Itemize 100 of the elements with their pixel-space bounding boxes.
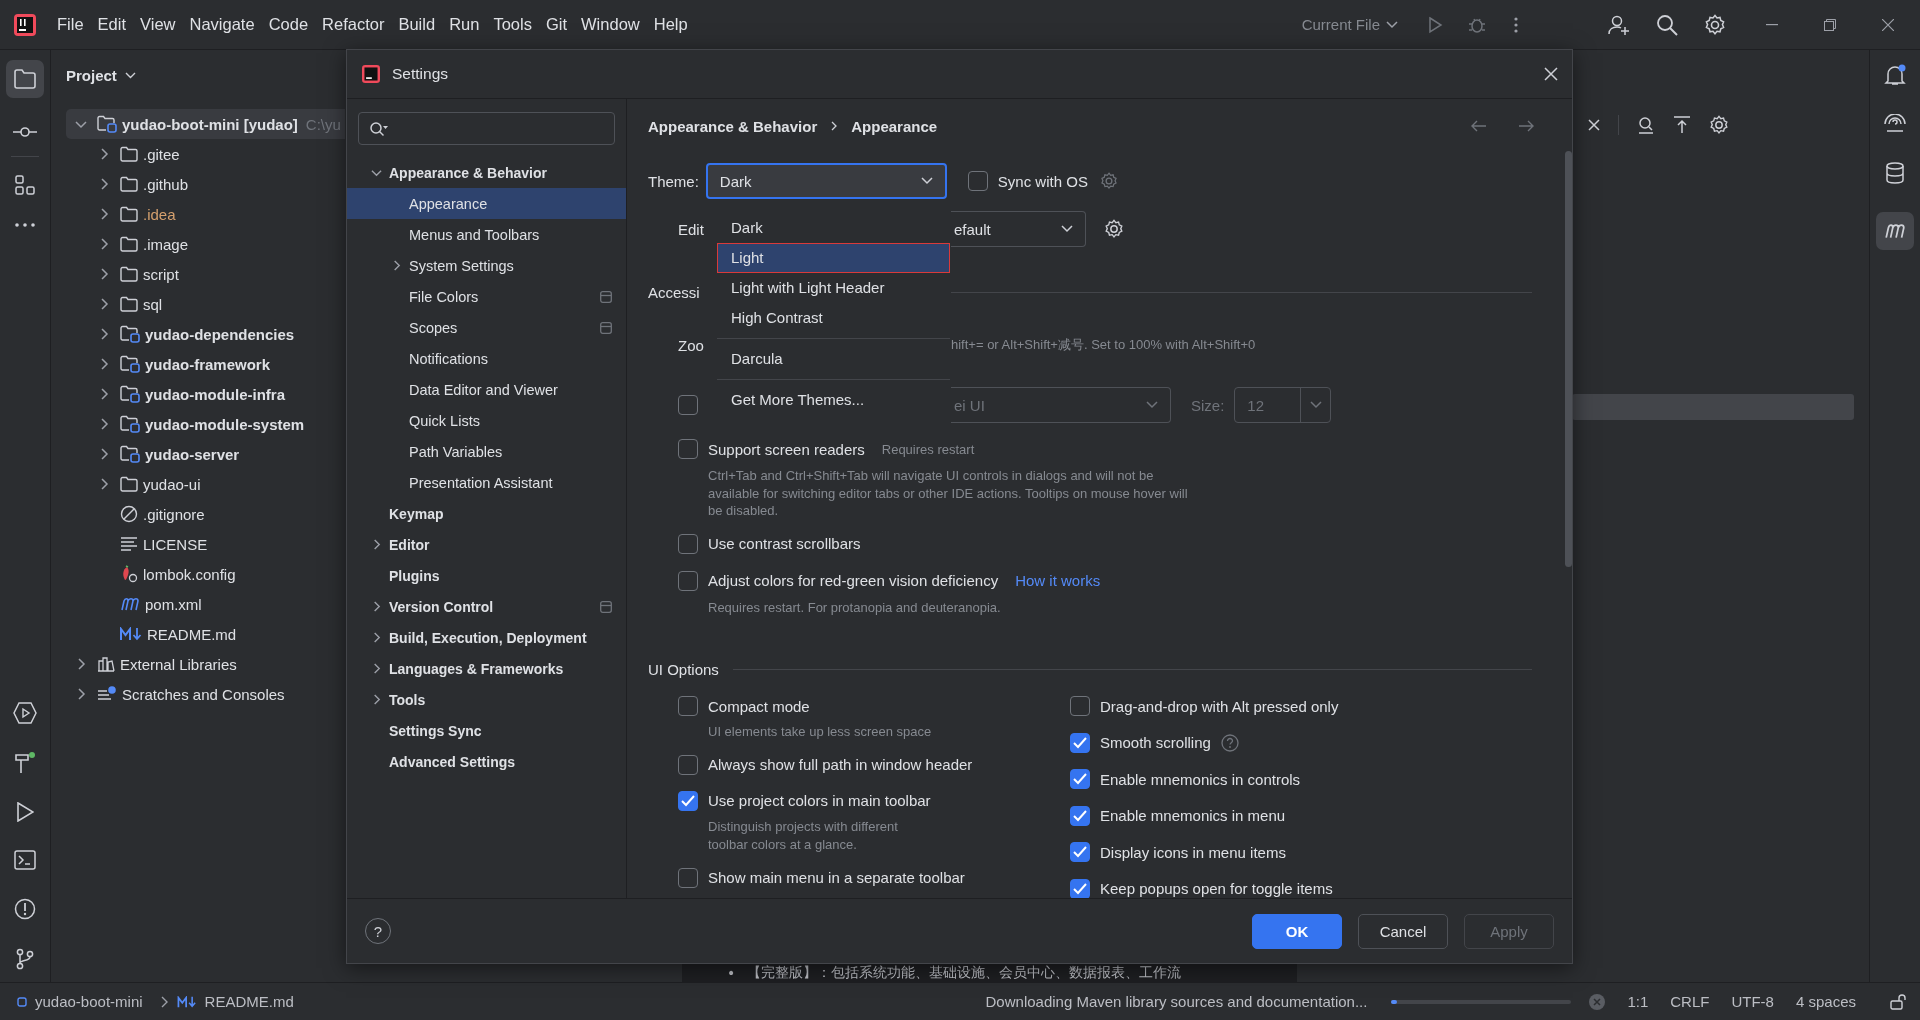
dialog-button[interactable]: OK	[1252, 913, 1342, 949]
breadcrumb-item[interactable]: README.md	[204, 993, 294, 1010]
more-icon[interactable]	[15, 223, 35, 227]
menu-item[interactable]: Code	[261, 11, 316, 38]
checkbox[interactable]	[1070, 696, 1090, 716]
settings-nav-item[interactable]: System Settings	[347, 250, 626, 281]
menu-item[interactable]: Git	[538, 11, 575, 38]
tree-item[interactable]: script	[143, 265, 179, 283]
tree-item[interactable]: External Libraries	[120, 655, 237, 673]
hammer-icon[interactable]	[14, 752, 36, 774]
bell-icon[interactable]	[1884, 64, 1906, 86]
tree-item[interactable]: lombok.config	[143, 565, 236, 583]
tree-item[interactable]: sql	[143, 295, 163, 313]
settings-nav-item[interactable]: Data Editor and Viewer	[347, 374, 626, 405]
dropdown-option[interactable]: Get More Themes...	[717, 385, 950, 415]
settings-nav-item[interactable]: Path Variables	[347, 436, 626, 467]
problems-icon[interactable]	[14, 898, 36, 920]
unlock-icon[interactable]	[1890, 993, 1906, 1010]
forward-arrow-icon[interactable]	[1518, 120, 1534, 132]
caret-position[interactable]: 1:1	[1627, 993, 1649, 1010]
caret-icon[interactable]	[124, 71, 136, 79]
menu-item[interactable]: Window	[574, 11, 647, 38]
chevron-icon[interactable]	[371, 539, 382, 550]
chevron-icon[interactable]	[75, 118, 87, 130]
chevron-icon[interactable]	[98, 478, 110, 490]
more-icon[interactable]	[1514, 16, 1518, 33]
settings-nav-item[interactable]: Appearance & Behavior	[347, 157, 626, 188]
settings-nav-item[interactable]: File Colors	[347, 281, 626, 312]
checkbox-label[interactable]: Compact mode	[708, 697, 810, 715]
checkbox-label[interactable]: Adjust colors for red-green vision deficiency	[708, 572, 999, 589]
tree-item[interactable]: .gitignore	[143, 505, 205, 523]
settings-icon[interactable]	[1704, 13, 1726, 36]
search-icon[interactable]	[1656, 13, 1678, 36]
settings-nav-item[interactable]: Editor	[347, 529, 626, 560]
checkbox-label[interactable]: Enable mnemonics in controls	[1100, 770, 1301, 788]
file-encoding[interactable]: UTF-8	[1731, 993, 1774, 1010]
services-icon[interactable]	[13, 702, 37, 724]
dialog-button[interactable]: Cancel	[1358, 913, 1448, 949]
scheme-dropdown[interactable]: efault	[951, 211, 1086, 247]
collapse-all-icon[interactable]	[1673, 116, 1691, 134]
chevron-icon[interactable]	[371, 601, 382, 612]
checkbox-label[interactable]: Drag-and-drop with Alt pressed only	[1100, 697, 1339, 715]
menu-item[interactable]: Navigate	[182, 11, 262, 38]
chevron-icon[interactable]	[75, 658, 87, 670]
menu-item[interactable]: Refactor	[315, 11, 392, 38]
tree-item[interactable]: yudao-dependencies	[145, 325, 295, 343]
chevron-icon[interactable]	[98, 148, 110, 160]
dropdown-option[interactable]: Darcula	[717, 344, 950, 374]
settings-nav-item[interactable]: Version Control	[347, 591, 626, 622]
help-link[interactable]: How it works	[1015, 572, 1101, 589]
chevron-icon[interactable]	[98, 208, 110, 220]
checkbox-label[interactable]: Support screen readers	[708, 440, 865, 458]
panel-title[interactable]: Project	[66, 66, 117, 84]
checkbox-label[interactable]: Display icons in menu items	[1100, 843, 1286, 861]
tree-item[interactable]: pom.xml	[145, 595, 202, 613]
settings-icon[interactable]	[1104, 219, 1124, 239]
settings-nav-item[interactable]: Advanced Settings	[347, 746, 626, 777]
checkbox-label[interactable]: Keep popups open for toggle items	[1100, 880, 1333, 897]
line-separator[interactable]: CRLF	[1670, 993, 1710, 1010]
database-icon[interactable]	[1885, 162, 1905, 184]
chevron-icon[interactable]	[98, 298, 110, 310]
settings-nav-item[interactable]: Languages & Frameworks	[347, 653, 626, 684]
run-icon[interactable]	[16, 802, 34, 822]
spiral-icon[interactable]	[1884, 114, 1906, 134]
checkbox[interactable]	[678, 867, 698, 888]
tree-item[interactable]: Scratches and Consoles	[122, 685, 285, 703]
menu-item[interactable]: Build	[391, 11, 443, 38]
settings-nav-item[interactable]: Notifications	[347, 343, 626, 374]
checkbox[interactable]	[678, 696, 698, 716]
checkbox-label[interactable]: Sync with OS	[997, 172, 1088, 190]
tree-item[interactable]: .github	[143, 175, 189, 193]
checkbox[interactable]	[1070, 769, 1090, 789]
dropdown-option[interactable]: Dark	[717, 213, 950, 243]
dropdown-option[interactable]: Light with Light Header	[717, 273, 950, 303]
checkbox-label[interactable]: Smooth scrolling	[1100, 734, 1211, 751]
chevron-icon[interactable]	[75, 688, 87, 700]
menu-item[interactable]: File	[50, 11, 91, 38]
tree-item[interactable]: yudao-server	[145, 445, 240, 463]
dropdown-option[interactable]: High Contrast	[717, 303, 950, 333]
chevron-icon[interactable]	[98, 268, 110, 280]
checkbox[interactable]	[678, 533, 698, 554]
minimize-icon[interactable]	[1766, 23, 1778, 26]
tree-item[interactable]: LICENSE	[143, 535, 208, 553]
chevron-icon[interactable]	[98, 178, 110, 190]
settings-nav-item[interactable]: Quick Lists	[347, 405, 626, 436]
settings-nav-item[interactable]: Appearance	[347, 188, 626, 219]
settings-nav-item[interactable]: Menus and Toolbars	[347, 219, 626, 250]
chevron-icon[interactable]	[98, 448, 110, 460]
tree-item[interactable]: yudao-module-system	[145, 415, 305, 433]
tree-item[interactable]: yudao-ui	[143, 475, 201, 493]
settings-icon[interactable]	[1709, 115, 1729, 135]
breadcrumb-item[interactable]: yudao-boot-mini	[35, 993, 143, 1010]
checkbox-label[interactable]: Enable mnemonics in menu	[1100, 807, 1286, 824]
restore-icon[interactable]	[1824, 18, 1836, 31]
chevron-icon[interactable]	[371, 663, 382, 674]
settings-nav-item[interactable]: Tools	[347, 684, 626, 715]
menu-item[interactable]: Edit	[90, 11, 134, 38]
chevron-icon[interactable]	[391, 260, 402, 271]
checkbox[interactable]	[678, 790, 698, 811]
checkbox[interactable]	[678, 570, 698, 591]
